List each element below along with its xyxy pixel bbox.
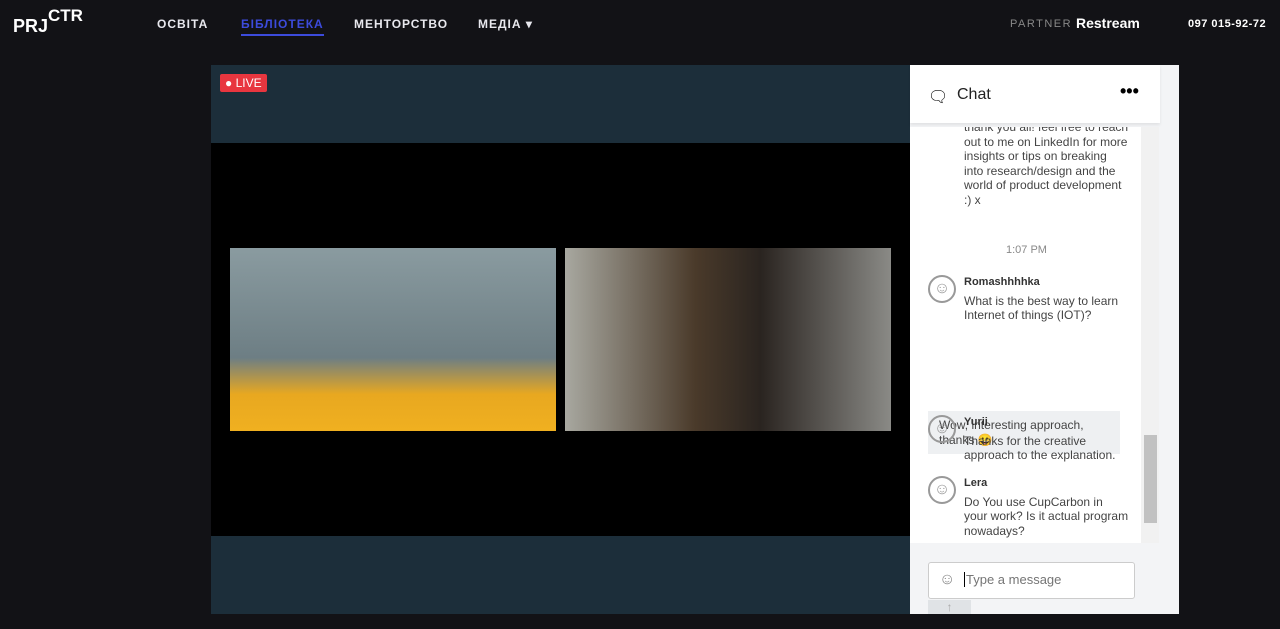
video-player[interactable]: ● LIVE	[211, 65, 910, 614]
more-options-icon[interactable]: •••	[1120, 81, 1139, 102]
logo[interactable]: PRJCTR	[13, 6, 83, 37]
emoji-icon[interactable]: ☺	[939, 571, 955, 589]
video-frame	[211, 143, 910, 536]
author: Yurii	[964, 416, 988, 428]
author: Lera	[964, 477, 988, 489]
chat-message: Lera Do You use CupCarbon in your work? I…	[964, 476, 1129, 538]
chat-panel: 🗨 Chat ••• thank you all! feel free to r…	[910, 65, 1179, 614]
chat-header: 🗨 Chat •••	[910, 65, 1160, 123]
author: Romashhhhka	[964, 276, 1040, 288]
chat-bubble-icon: 🗨	[928, 89, 949, 106]
chat-message: Romashhhhka What is the best way to learn…	[964, 275, 1129, 323]
avatar: ☺	[928, 275, 956, 303]
nav-biblioteka[interactable]: БІБЛІОТЕКА	[241, 17, 324, 36]
partner-label: PARTNER	[1010, 18, 1073, 30]
message-input-box[interactable]: ☺	[928, 562, 1135, 599]
speaker-video-1	[230, 248, 556, 431]
message-text: Thanks for the creative approach to the …	[964, 433, 1116, 463]
chat-message: Yurii Thanks for the creative approach to…	[964, 415, 1129, 463]
send-button[interactable]: ↑	[928, 600, 971, 614]
live-badge: ● LIVE	[220, 74, 267, 92]
avatar: ☺	[928, 476, 956, 504]
nav-osvita[interactable]: ОСВІТА	[157, 17, 208, 31]
chat-message: thank you all! feel free to reach out to…	[964, 127, 1129, 207]
speaker-video-2	[565, 248, 891, 431]
chat-title: Chat	[957, 86, 991, 103]
avatar: ☺	[928, 415, 956, 443]
chat-scrollbar[interactable]	[1141, 127, 1159, 543]
message-list: thank you all! feel free to reach out to…	[910, 127, 1141, 543]
nav-mentorstvo[interactable]: МЕНТОРСТВО	[354, 17, 448, 31]
message-text: What is the best way to learn Internet o…	[964, 293, 1119, 323]
message-input[interactable]	[964, 572, 1124, 587]
message-text: Do You use CupCarbon in your work? Is it…	[964, 494, 1129, 538]
top-nav: PRJCTR ОСВІТА БІБЛІОТЕКА МЕНТОРСТВО МЕДІ…	[0, 0, 1280, 50]
scrollbar-thumb[interactable]	[1144, 435, 1157, 523]
phone-number[interactable]: 097 015-92-72	[1188, 18, 1266, 30]
timestamp: 1:07 PM	[1006, 244, 1047, 256]
partner-restream[interactable]: Restream	[1076, 15, 1140, 31]
nav-media[interactable]: МЕДІА ▾	[478, 17, 533, 31]
